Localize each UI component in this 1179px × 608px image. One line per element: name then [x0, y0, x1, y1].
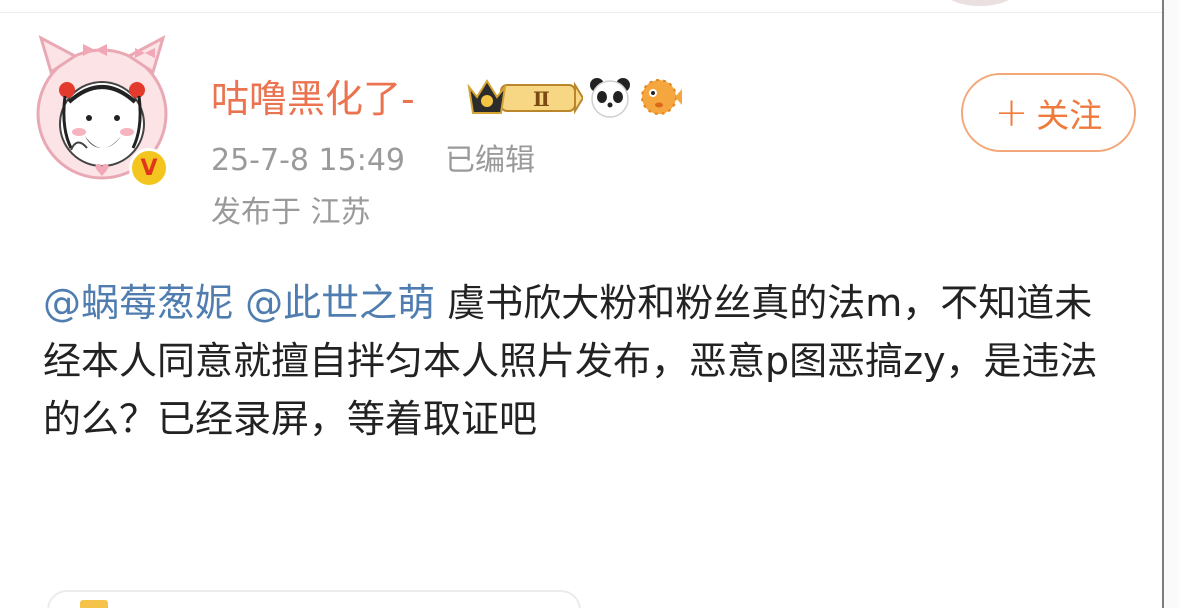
scrollbar[interactable]	[1162, 0, 1179, 608]
vip-level-label: Ⅱ	[533, 87, 550, 111]
panda-emoji-icon	[590, 78, 630, 118]
follow-button[interactable]: + 关注	[961, 73, 1136, 152]
next-card-edge	[47, 590, 581, 608]
mention-link[interactable]: @蜗莓葱妮	[43, 281, 233, 325]
edited-label[interactable]: 已编辑	[445, 143, 535, 178]
mention-link[interactable]: @此世之萌	[245, 281, 435, 325]
author-name[interactable]: 咕噜黑化了-	[211, 76, 415, 122]
pufferfish-emoji-icon	[641, 79, 682, 115]
previous-item-avatar-edge	[942, 0, 1018, 6]
follow-label: 关注	[1036, 95, 1103, 135]
crown-icon	[80, 600, 108, 608]
post-timestamp: 25-7-8 15:49	[211, 143, 405, 178]
post-location: 发布于 江苏	[211, 195, 371, 230]
weibo-post-view: V 咕噜黑化了- Ⅱ 25-7-8 15:49 已编辑 发布于 江苏 + 关注 …	[0, 0, 1179, 608]
plus-icon: +	[994, 89, 1029, 136]
post-meta: 25-7-8 15:49 已编辑	[211, 141, 535, 181]
divider	[0, 12, 1162, 13]
vip-level-crown-badge-icon[interactable]: Ⅱ	[465, 75, 583, 119]
author-badges: Ⅱ	[465, 73, 683, 121]
post-body: @蜗莓葱妮 @此世之萌 虞书欣大粉和粉丝真的法m，不知道未经本人同意就擅自拌匀本…	[43, 274, 1113, 448]
verified-badge-icon: V	[129, 148, 169, 188]
